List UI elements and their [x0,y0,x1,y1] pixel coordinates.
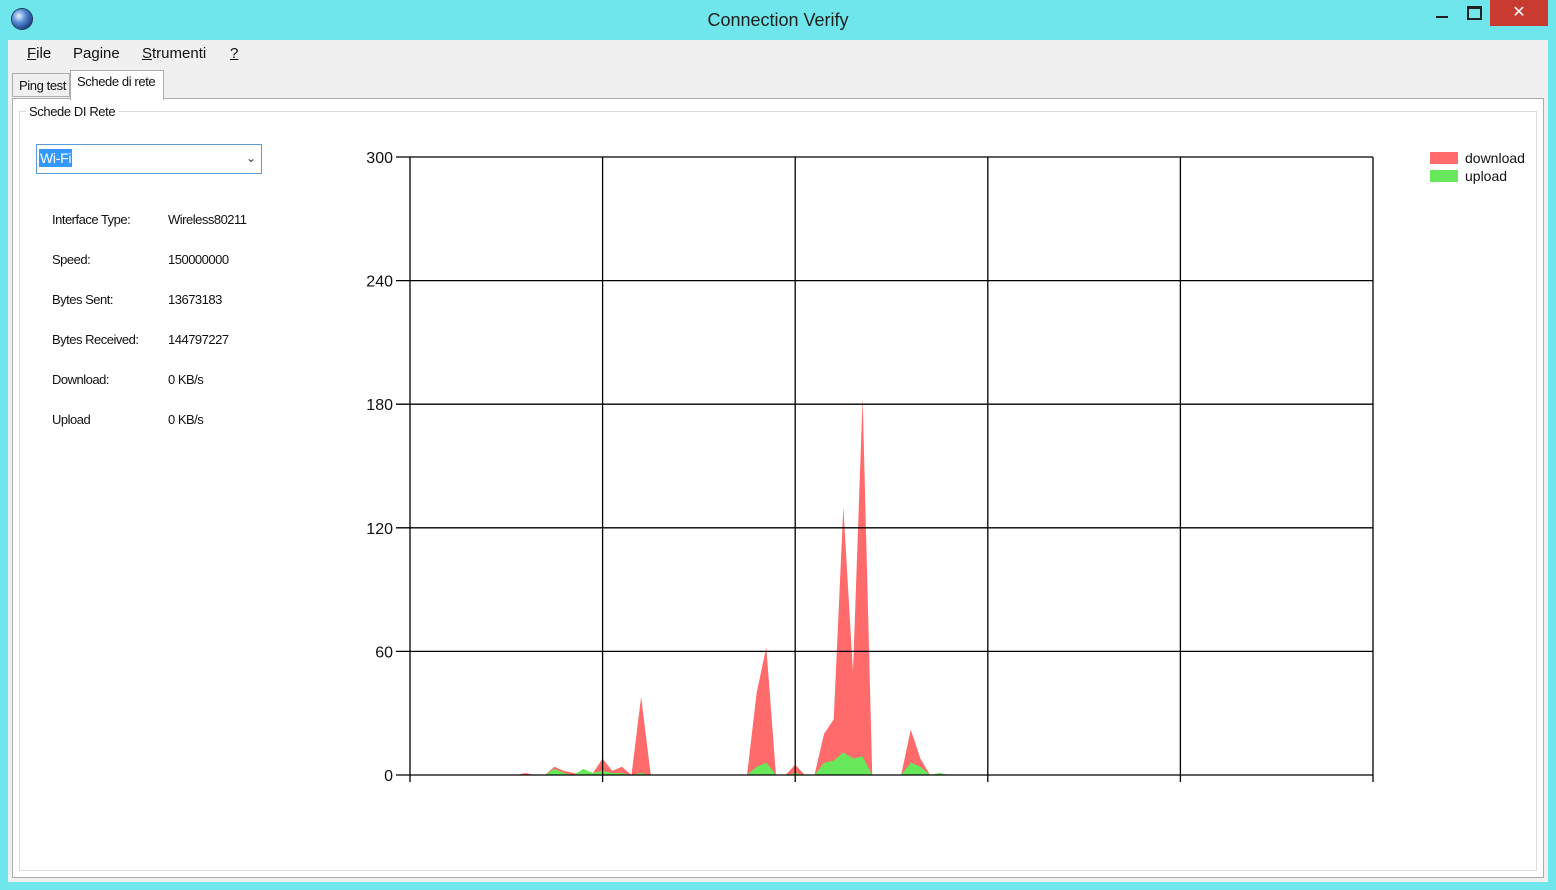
close-button[interactable]: ✕ [1490,0,1548,26]
maximize-icon [1466,6,1482,20]
minimize-icon [1436,16,1448,18]
menu-bar: File Pagine Strumenti ? [8,40,1548,68]
menu-help[interactable]: ? [230,45,238,62]
tab-page-schede: Schede DI Rete Wi-Fi ⌄ Interface Type: W… [12,98,1544,878]
series-area-upload [410,752,1373,775]
legend-label-download: download [1465,150,1525,166]
menu-help-mnemonic: ? [230,45,239,62]
maximize-button[interactable] [1458,0,1490,26]
menu-pagine-label: Pagine [73,45,120,62]
traffic-chart: 0 60 120 180 240 300 download upload [366,150,1525,785]
close-icon: ✕ [1512,4,1526,21]
tab-ping-test[interactable]: Ping test [12,73,70,97]
menu-strumenti-mnemonic: S [142,45,153,62]
menu-file-rest: ile [36,45,52,62]
y-tick-label: 0 [384,768,393,785]
title-bar: Connection Verify ✕ [0,0,1556,40]
legend-swatch-upload [1430,170,1458,182]
tab-schede-di-rete[interactable]: Schede di rete [70,70,164,100]
window-title: Connection Verify [707,10,849,30]
y-tick-label: 60 [375,644,393,661]
legend-label-upload: upload [1465,168,1507,184]
legend-swatch-download [1430,152,1458,164]
menu-strumenti-rest: trumenti [152,45,207,62]
menu-file-mnemonic: F [27,45,37,62]
y-tick-label: 240 [366,274,393,291]
menu-strumenti[interactable]: Strumenti [142,45,206,62]
minimize-button[interactable] [1426,0,1458,26]
menu-file[interactable]: File [27,45,51,62]
window-client: File Pagine Strumenti ? Ping test Schede… [8,40,1548,882]
menu-pagine[interactable]: Pagine [73,45,120,62]
y-tick-label: 300 [366,150,393,167]
series-area-download [410,398,1373,775]
y-tick-label: 180 [366,397,393,414]
y-tick-label: 120 [366,521,393,538]
group-schede-di-rete: Schede DI Rete Wi-Fi ⌄ Interface Type: W… [19,104,1537,871]
